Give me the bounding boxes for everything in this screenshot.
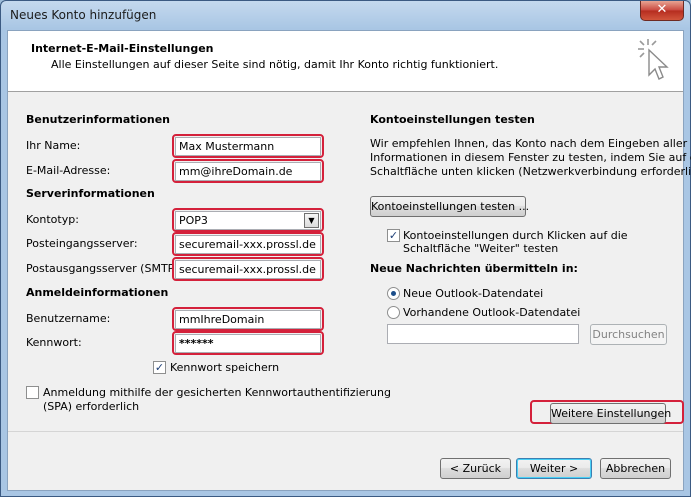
email-input[interactable]: mm@ihreDomain.de <box>175 162 321 181</box>
existing-datafile-label: Vorhandene Outlook-Datendatei <box>403 306 581 319</box>
account-type-select[interactable]: POP3 ▼ <box>175 211 321 230</box>
page-subtitle: Alle Einstellungen auf dieser Seite sind… <box>51 58 499 71</box>
name-input[interactable]: Max Mustermann <box>175 137 321 156</box>
page-title: Internet-E-Mail-Einstellungen <box>31 42 214 55</box>
dialog-body: Internet-E-Mail-Einstellungen Alle Einst… <box>7 30 691 491</box>
name-label-text: Ihr Name: <box>26 139 81 152</box>
close-button[interactable]: ✕ <box>640 1 684 21</box>
cancel-button[interactable]: Abbrechen <box>600 458 671 479</box>
auto-test-label-line1: Kontoeinstellungen durch Klicken auf die <box>403 229 628 242</box>
incoming-server-input[interactable]: securemail-xxx.prossl.de <box>175 235 321 254</box>
title-bar[interactable]: Neues Konto hinzufügen ✕ <box>1 1 690 31</box>
test-desc-line1: Wir empfehlen Ihnen, das Konto nach dem … <box>370 137 688 150</box>
username-label: Benutzername: <box>26 312 111 325</box>
login-info-heading: Anmeldeinformationen <box>26 286 169 299</box>
back-button[interactable]: < Zurück <box>440 458 511 479</box>
new-datafile-label: Neue Outlook-Datendatei <box>403 287 544 300</box>
remember-password-checkbox[interactable]: ✓ <box>153 361 166 374</box>
outgoing-server-input[interactable]: securemail-xxx.prossl.de <box>175 260 321 279</box>
username-input[interactable]: mmIhreDomain <box>175 310 321 329</box>
wizard-header: Internet-E-Mail-Einstellungen Alle Einst… <box>8 31 683 92</box>
more-settings-button[interactable]: Weitere Einstellungen <box>550 403 671 424</box>
password-input[interactable]: ****** <box>175 334 321 353</box>
deliver-heading: Neue Nachrichten übermitteln in: <box>370 262 578 275</box>
spa-label-line2: (SPA) erforderlich <box>43 400 140 413</box>
close-icon: ✕ <box>656 2 668 17</box>
window-title: Neues Konto hinzufügen <box>10 8 157 22</box>
account-type-label: Kontotyp: <box>26 213 79 226</box>
test-account-button[interactable]: Kontoeinstellungen testen ... <box>370 196 529 217</box>
remember-password-label: Kennwort speichern <box>170 361 280 374</box>
datafile-path-input[interactable] <box>387 324 579 344</box>
account-type-value: POP3 <box>179 214 208 227</box>
incoming-server-label: Posteingangsserver: <box>26 237 138 250</box>
auto-test-checkbox[interactable]: ✓ <box>387 229 400 242</box>
browse-button[interactable]: Durchsuchen <box>590 324 667 345</box>
spa-checkbox[interactable] <box>26 386 39 399</box>
dialog-window: Neues Konto hinzufügen ✕ Internet-E-Mail… <box>0 0 691 497</box>
server-info-heading: Serverinformationen <box>26 187 155 200</box>
new-datafile-radio[interactable] <box>387 287 400 300</box>
chevron-down-icon[interactable]: ▼ <box>304 213 319 228</box>
footer-separator <box>8 431 683 432</box>
name-label: Ihr Name: <box>26 139 80 152</box>
spa-label-line1: Anmeldung mithilfe der gesicherten Kennw… <box>43 386 391 399</box>
outgoing-server-label: Postausgangsserver (SMTP): <box>26 262 183 275</box>
auto-test-label-line2: Schaltfläche "Weiter" testen <box>403 242 559 255</box>
test-desc-line3: Schaltfläche unten klicken (Netzwerkverb… <box>370 165 691 178</box>
email-label: E-Mail-Adresse: <box>26 164 111 177</box>
user-info-heading: Benutzerinformationen <box>26 113 171 126</box>
password-label: Kennwort: <box>26 336 82 349</box>
test-desc-line2: Informationen in diesem Fenster zu teste… <box>370 151 691 164</box>
existing-datafile-radio[interactable] <box>387 306 400 319</box>
test-settings-heading: Kontoeinstellungen testen <box>370 113 535 126</box>
next-button[interactable]: Weiter > <box>516 458 592 479</box>
cursor-click-icon <box>638 39 669 80</box>
radio-selected-dot <box>391 291 396 296</box>
